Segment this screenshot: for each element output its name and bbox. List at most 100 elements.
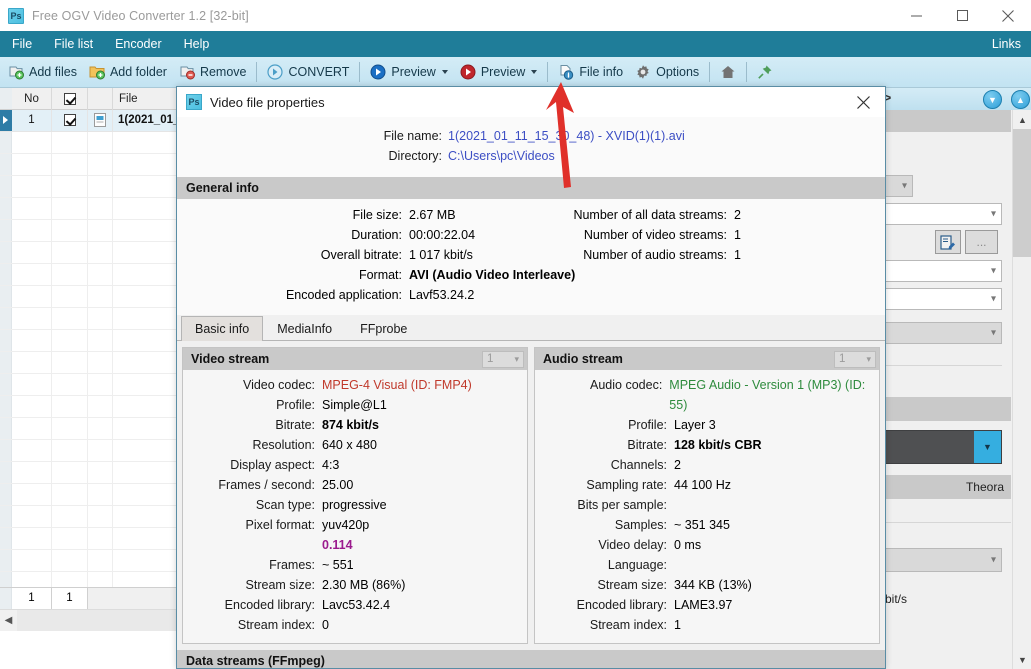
menu-item-file-list[interactable]: File list xyxy=(43,31,104,57)
list-item[interactable] xyxy=(0,154,182,176)
title-bar: Free OGV Video Converter 1.2 [32-bit] xyxy=(0,0,1031,31)
list-item[interactable] xyxy=(0,418,182,440)
video-stream-selector[interactable]: 1 ▾ xyxy=(482,350,524,368)
row-value: 344 KB (13%) xyxy=(674,578,752,592)
list-item[interactable] xyxy=(0,550,182,572)
panel-vertical-scrollbar[interactable]: ▲ ▼ xyxy=(1012,110,1031,669)
list-item[interactable] xyxy=(0,132,182,154)
general-info-row: File size: 2.67 MB Number of all data st… xyxy=(177,205,885,225)
table-row[interactable]: 1 1(2021_01_1 xyxy=(0,110,182,132)
menu-item-file[interactable]: File xyxy=(0,31,43,57)
list-item[interactable] xyxy=(0,528,182,550)
maximize-icon[interactable] xyxy=(939,0,985,31)
directory-value[interactable]: C:\Users\pc\Videos xyxy=(448,146,555,166)
list-item[interactable] xyxy=(0,374,182,396)
tab-mediainfo[interactable]: MediaInfo xyxy=(263,316,346,340)
combo-dropdown-button[interactable]: ▼ xyxy=(974,431,1001,463)
tab-basic-info[interactable]: Basic info xyxy=(181,316,264,341)
remove-file-icon xyxy=(180,66,195,80)
row-label: Frames / second: xyxy=(218,478,315,492)
preset-dropdown[interactable]: ▾ xyxy=(885,175,913,197)
file-list-horizontal-scrollbar[interactable]: ◀ xyxy=(0,609,183,631)
output-preset-combo[interactable]: ▼ xyxy=(885,430,1002,464)
chevron-up-circle-icon[interactable]: ▲ xyxy=(1011,90,1030,109)
column-header-no[interactable]: No xyxy=(12,88,52,110)
toolbar-pin-button[interactable] xyxy=(751,57,779,88)
toolbar-add-folder-button[interactable]: Add folder xyxy=(83,57,173,88)
video-codec-dropdown[interactable]: ▾ xyxy=(885,260,1002,282)
preview-blue-icon xyxy=(370,64,386,80)
toolbar-preview-blue-button[interactable]: Preview xyxy=(364,57,453,88)
edit-profile-button[interactable] xyxy=(935,230,961,254)
quality-dropdown[interactable]: ▾ xyxy=(885,322,1002,344)
scrollbar-track[interactable] xyxy=(17,610,183,631)
list-item[interactable] xyxy=(0,440,182,462)
list-item[interactable] xyxy=(0,330,182,352)
minimize-icon[interactable] xyxy=(893,0,939,31)
chevron-down-icon[interactable] xyxy=(531,70,538,74)
video-stream-row: Profile: Simple@L1 xyxy=(183,395,527,415)
menu-item-help[interactable]: Help xyxy=(173,31,221,57)
audio-stream-row: Encoded library: LAME3.97 xyxy=(535,595,879,615)
scroll-up-icon[interactable]: ▲ xyxy=(1013,110,1031,129)
check-all-checkbox[interactable] xyxy=(63,92,76,105)
list-item[interactable] xyxy=(0,396,182,418)
column-header-check[interactable] xyxy=(52,88,88,110)
audio-codec-dropdown[interactable]: ▾ xyxy=(885,288,1002,310)
chevron-down-icon: ▾ xyxy=(990,208,996,220)
toolbar: Add files Add folder Remove CONVERT Prev… xyxy=(0,57,1031,88)
row-label: Video delay: xyxy=(598,538,667,552)
chevron-down-circle-icon[interactable]: ▼ xyxy=(983,90,1002,109)
list-item[interactable] xyxy=(0,484,182,506)
list-item[interactable] xyxy=(0,286,182,308)
theora-label: Theora xyxy=(965,480,1004,494)
list-item[interactable] xyxy=(0,506,182,528)
dialog-close-button[interactable] xyxy=(841,87,885,117)
list-item[interactable] xyxy=(0,264,182,286)
row-label: Sampling rate: xyxy=(586,478,667,492)
video-stream-title: Video stream xyxy=(191,352,270,366)
general-right-value: 2 xyxy=(734,208,741,222)
list-item[interactable] xyxy=(0,308,182,330)
list-item[interactable] xyxy=(0,352,182,374)
toolbar-preview-red-button[interactable]: Preview xyxy=(454,57,543,88)
toolbar-add-files-button[interactable]: Add files xyxy=(0,57,83,88)
row-value: 44 100 Hz xyxy=(674,478,731,492)
audio-stream-row: Video delay: 0 ms xyxy=(535,535,879,555)
directory-label: Directory: xyxy=(388,149,442,163)
list-item[interactable] xyxy=(0,220,182,242)
toolbar-options-button[interactable]: Options xyxy=(629,57,705,88)
toolbar-convert-button[interactable]: CONVERT xyxy=(261,57,355,88)
audio-stream-selector[interactable]: 1 ▾ xyxy=(834,350,876,368)
close-icon[interactable] xyxy=(985,0,1031,31)
row-label: Language: xyxy=(607,558,667,572)
video-stream-row: Scan type: progressive xyxy=(183,495,527,515)
bitrate-mode-dropdown[interactable]: ▾ xyxy=(885,548,1002,572)
list-item[interactable] xyxy=(0,198,182,220)
file-list[interactable]: No File 1 1(2021_01_1 1 1 ◀ xyxy=(0,88,183,631)
toolbar-remove-button[interactable]: Remove xyxy=(173,57,253,88)
menu-item-encoder[interactable]: Encoder xyxy=(104,31,173,57)
audio-stream-row: Stream size: 344 KB (13%) xyxy=(535,575,879,595)
chevron-down-icon[interactable] xyxy=(441,70,448,74)
menu-item-links[interactable]: Links xyxy=(992,37,1021,51)
list-item[interactable] xyxy=(0,176,182,198)
scroll-left-icon[interactable]: ◀ xyxy=(0,610,17,631)
toolbar-home-button[interactable] xyxy=(714,57,742,88)
tab-ffprobe[interactable]: FFprobe xyxy=(346,316,421,340)
directory-row: Directory: C:\Users\pc\Videos xyxy=(177,146,885,166)
row-checkbox-cell[interactable] xyxy=(52,110,88,131)
scroll-down-icon[interactable]: ▼ xyxy=(1013,650,1031,669)
list-item[interactable] xyxy=(0,462,182,484)
convert-icon xyxy=(267,64,284,80)
column-header-file[interactable]: File xyxy=(113,88,182,110)
toolbar-file-info-button[interactable]: File info xyxy=(552,57,629,88)
file-name-label: File name: xyxy=(383,129,442,143)
video-stream-row: Video codec: MPEG-4 Visual (ID: FMP4) xyxy=(183,375,527,395)
format-dropdown[interactable]: ▾ xyxy=(885,203,1002,225)
row-checkbox[interactable] xyxy=(63,113,76,126)
browse-ellipsis-button[interactable]: ... xyxy=(965,230,998,254)
list-item[interactable] xyxy=(0,242,182,264)
file-name-value[interactable]: 1(2021_01_11_15_30_48) - XVID(1)(1).avi xyxy=(448,126,685,146)
scrollbar-thumb[interactable] xyxy=(1013,129,1031,257)
